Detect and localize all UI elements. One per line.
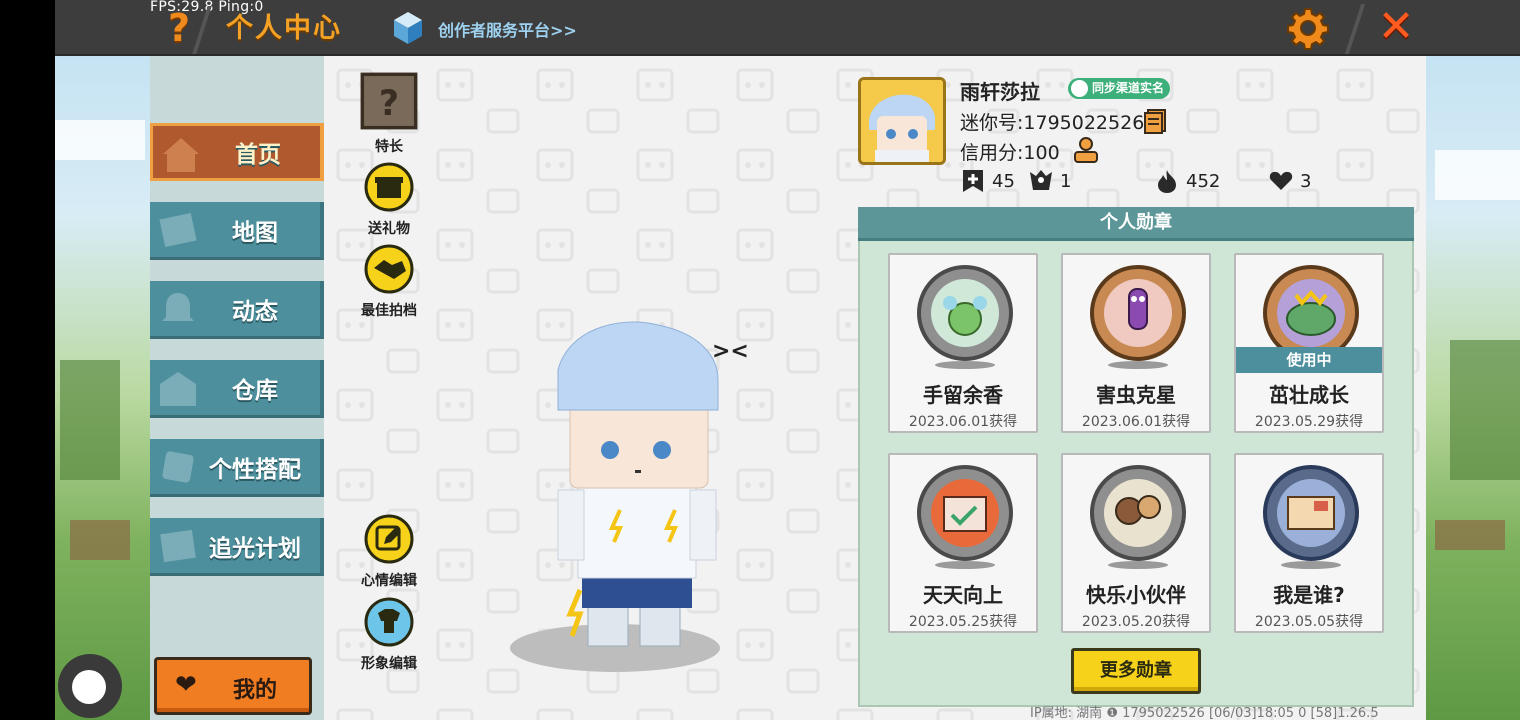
medal-card[interactable]: 使用中 茁壮成长 2023.05.29获得 [1234,253,1384,433]
heart-icon: ❤ [175,670,197,700]
medal-panel-title: 个人勋章 [858,207,1414,241]
stat-heat-value: 452 [1186,170,1221,192]
medal-date: 2023.06.01获得 [908,414,1018,430]
svg-text:?: ? [379,84,399,124]
mine-label: 我的 [233,678,278,703]
medal-date: 2023.05.25获得 [908,614,1018,630]
medal-date: 2023.06.01获得 [1081,414,1191,430]
creator-platform-link[interactable]: 创作者服务平台>> [438,17,577,41]
partner-label: 最佳拍档 [361,303,417,319]
medal-name: 手留余香 [923,383,1003,407]
nav-item-label: 地图 [232,219,278,246]
help-button[interactable]: ? [162,6,196,50]
medal-card[interactable]: 手留余香 2023.06.01获得 [888,253,1038,433]
specialty-action[interactable]: ? 特长 [354,72,424,156]
page-title: 个人中心 [226,13,342,44]
stat-hearts[interactable]: 3 [1268,166,1311,196]
specialty-label: 特长 [375,139,403,155]
mood-edit-action[interactable]: 心情编辑 [354,514,424,590]
medal-name: 茁壮成长 [1269,383,1349,407]
medal-happy-buddy-icon [1090,465,1186,569]
sync-realname-badge[interactable]: 同步渠道实名 [1068,78,1171,99]
stat-heat[interactable]: 452 [1154,166,1220,196]
avatar-portrait [861,80,943,162]
avatar[interactable] [858,77,946,165]
cube-icon[interactable] [392,10,424,46]
credit-score: 信用分:100 [960,142,1060,164]
mood-edit-label: 心情编辑 [361,573,417,589]
partner-action[interactable]: 最佳拍档 [354,244,424,320]
player-character: >< [510,321,749,672]
nav-item-warehouse[interactable]: 仓库 [150,360,324,418]
footer-info: IP属地: 湖南 ❶ 1795022526 [06/03]18:05 0 [58… [1030,706,1379,720]
nav-item-home[interactable]: 首页 [150,123,324,181]
medal-card[interactable]: 害虫克星 2023.06.01获得 [1061,253,1211,433]
mini-id: 迷你号:1795022526 [960,112,1145,134]
look-edit-label: 形象编辑 [361,656,417,672]
medal-pest-buster-icon [1090,265,1186,369]
nav-item-outfit[interactable]: 个性搭配 [150,439,324,497]
medal-date: 2023.05.20获得 [1081,614,1191,630]
gift-icon [364,162,414,212]
medal-date: 2023.05.05获得 [1254,614,1364,630]
look-edit-action[interactable]: 形象编辑 [354,597,424,673]
close-button[interactable]: ✕ [1376,5,1416,49]
screen-root: { "hud": {"fps": "FPS:29.8 Ping:0"}, "to… [0,0,1520,720]
medal-name: 我是谁? [1273,583,1345,607]
medal-fragrance-icon [917,265,1013,369]
edit-icon [364,514,414,564]
nav-item-label: 个性搭配 [209,456,301,483]
stat-likes-value: 45 [992,170,1015,192]
nav-item-feed[interactable]: 动态 [150,281,324,339]
bookmark-plus-icon [963,170,983,192]
medal-who-am-i-icon [1263,465,1359,569]
nav-item-label: 首页 [235,142,281,168]
medal-card[interactable]: 快乐小伙伴 2023.05.20获得 [1061,453,1211,633]
person-check-icon [1071,80,1088,97]
flame-icon [1158,170,1176,193]
nav-item-label: 追光计划 [209,535,301,562]
mystery-box-icon: ? [360,72,418,130]
more-medals-button[interactable]: 更多勋章 [1071,648,1201,694]
fans-icon [1030,170,1052,190]
hearts-icon [1269,171,1293,190]
medal-in-use-tag: 使用中 [1236,347,1382,373]
stat-fans-value: 1 [1060,170,1072,192]
copy-icon[interactable] [1143,108,1167,134]
medal-name: 天天向上 [923,583,1003,607]
stat-likes[interactable]: 45 [960,166,1015,196]
sync-badge-label: 同步渠道实名 [1092,81,1165,95]
mine-button[interactable]: ❤ 我的 [154,657,312,715]
medal-card[interactable]: 天天向上 2023.05.25获得 [888,453,1038,633]
outfit-edit-icon [364,597,414,647]
medal-name: 快乐小伙伴 [1086,583,1186,607]
nav-item-light-plan[interactable]: 追光计划 [150,518,324,576]
gift-action[interactable]: 送礼物 [354,162,424,238]
handshake-icon [364,244,414,294]
stat-fans[interactable]: 1 [1028,166,1071,196]
person-badge-icon[interactable] [1072,136,1100,164]
stat-hearts-value: 3 [1300,170,1312,192]
player-name: 雨轩莎拉 [960,80,1040,104]
medal-card[interactable]: 我是谁? 2023.05.05获得 [1234,453,1384,633]
medal-progress-icon [917,465,1013,569]
nav-item-map[interactable]: 地图 [150,202,324,260]
svg-text:><: >< [712,339,749,364]
gear-icon[interactable] [1286,6,1330,50]
floating-home-button[interactable] [58,654,122,718]
medal-date: 2023.05.29获得 [1254,414,1364,430]
medal-name: 害虫克星 [1096,383,1176,407]
gift-label: 送礼物 [368,221,410,237]
nav-item-label: 动态 [232,298,278,325]
nav-item-label: 仓库 [232,377,278,404]
